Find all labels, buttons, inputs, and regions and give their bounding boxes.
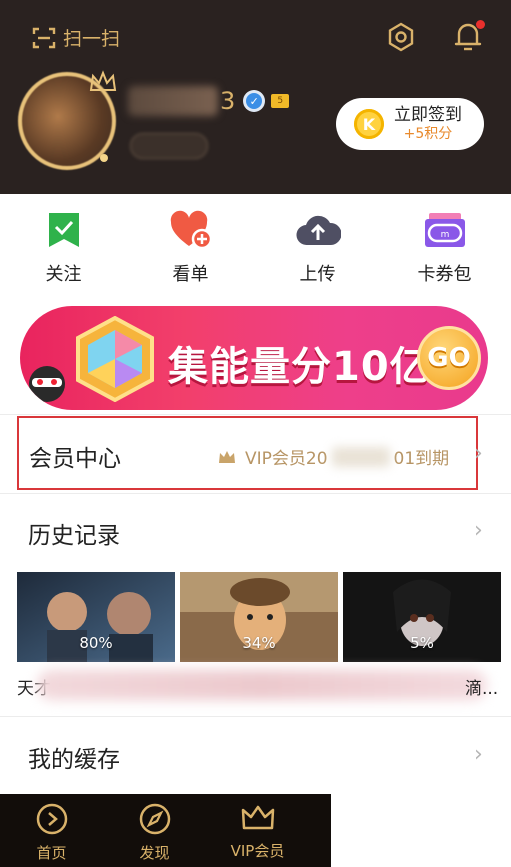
captions-blurred <box>37 670 487 700</box>
history-progress: 5% <box>410 634 434 652</box>
divider <box>0 716 511 717</box>
notification-dot <box>476 20 485 29</box>
vip-expiry-suffix: 01到期 <box>393 449 450 469</box>
notification-button[interactable] <box>453 20 485 56</box>
checkin-reward: +5积分 <box>403 126 453 142</box>
action-coupons[interactable]: m 卡券包 <box>381 210 508 290</box>
action-label: 卡券包 <box>417 264 472 285</box>
verified-icon: ✓ <box>243 90 266 112</box>
go-button[interactable]: GO <box>417 326 481 390</box>
action-label: 看单 <box>172 264 209 285</box>
checkin-title: 立即签到 <box>394 105 462 125</box>
history-item[interactable]: 5% <box>343 572 501 662</box>
action-upload[interactable]: 上传 <box>254 210 381 290</box>
vip-date-blurred <box>331 446 390 467</box>
action-watchlist[interactable]: 看单 <box>127 210 254 290</box>
cloud-upload-icon <box>296 215 341 246</box>
tab-home[interactable]: 首页 <box>0 794 103 867</box>
divider <box>0 414 511 415</box>
action-follow[interactable]: 关注 <box>0 210 127 290</box>
history-title[interactable]: 历史记录 <box>28 516 120 550</box>
username-row[interactable]: 3 ✓ 5 <box>128 86 290 116</box>
cache-title[interactable]: 我的缓存 <box>28 740 120 774</box>
quick-actions: 关注 看单 上传 m 卡券包 <box>0 210 511 290</box>
settings-hex-icon <box>388 22 414 52</box>
banner-text: 集能量分10亿 <box>168 344 431 390</box>
tab-vip[interactable]: VIP会员 <box>206 794 309 867</box>
vip-crown-icon <box>219 450 235 463</box>
bottom-tab-bar: 首页 发现 VIP会员 <box>0 794 331 867</box>
vip-expiry: VIP会员20 01到期 <box>217 444 449 469</box>
username-tail: 3 <box>220 87 236 115</box>
avatar-crown-icon <box>89 70 117 91</box>
play-circle-icon <box>36 803 67 835</box>
history-item[interactable]: 80% <box>17 572 175 662</box>
avatar-sparkle <box>100 154 108 162</box>
level-badge: 5 <box>271 94 290 108</box>
history-progress: 80% <box>79 634 113 652</box>
svg-text:m: m <box>440 230 449 240</box>
profile-header: 扫一扫 3 ✓ 5 K 立即签到 +5积分 <box>0 0 511 194</box>
chevron-right-icon[interactable]: › <box>474 742 483 767</box>
checkin-button[interactable]: K 立即签到 +5积分 <box>336 98 484 150</box>
username-blurred <box>128 86 218 116</box>
action-label: 上传 <box>299 264 336 285</box>
energy-banner[interactable]: 集能量分10亿 GO <box>20 306 488 410</box>
ticket-icon: m <box>424 213 465 247</box>
member-center-title: 会员中心 <box>29 446 121 472</box>
tab-label: 首页 <box>36 844 67 862</box>
user-tag-blurred <box>130 133 208 159</box>
scan-button[interactable]: 扫一扫 <box>32 24 120 51</box>
heart-plus-icon <box>170 210 212 250</box>
chevron-right-icon: › <box>474 441 483 466</box>
avatar-area[interactable] <box>18 70 117 170</box>
scan-label: 扫一扫 <box>63 28 121 50</box>
tab-label: VIP会员 <box>230 842 285 860</box>
compass-icon <box>139 803 170 835</box>
action-label: 关注 <box>45 264 82 285</box>
k-coin-icon: K <box>354 109 384 139</box>
divider <box>0 493 511 494</box>
chevron-right-icon[interactable]: › <box>474 518 483 543</box>
history-item[interactable]: 34% <box>180 572 338 662</box>
tab-label: 发现 <box>139 844 170 862</box>
hexagon-gem-icon <box>76 316 154 402</box>
vip-expiry-prefix: VIP会员20 <box>245 449 328 469</box>
member-center-row[interactable]: 会员中心 VIP会员20 01到期 <box>17 416 478 490</box>
scan-icon <box>32 27 56 48</box>
settings-button[interactable] <box>386 22 416 56</box>
history-caption: 滴... <box>465 679 499 699</box>
history-progress: 34% <box>242 634 276 652</box>
mascot-icon <box>29 366 65 402</box>
tab-discover[interactable]: 发现 <box>103 794 206 867</box>
crown-icon <box>241 805 274 830</box>
bookmark-check-icon <box>48 213 79 247</box>
history-captions: 天才 滴... <box>17 670 498 704</box>
